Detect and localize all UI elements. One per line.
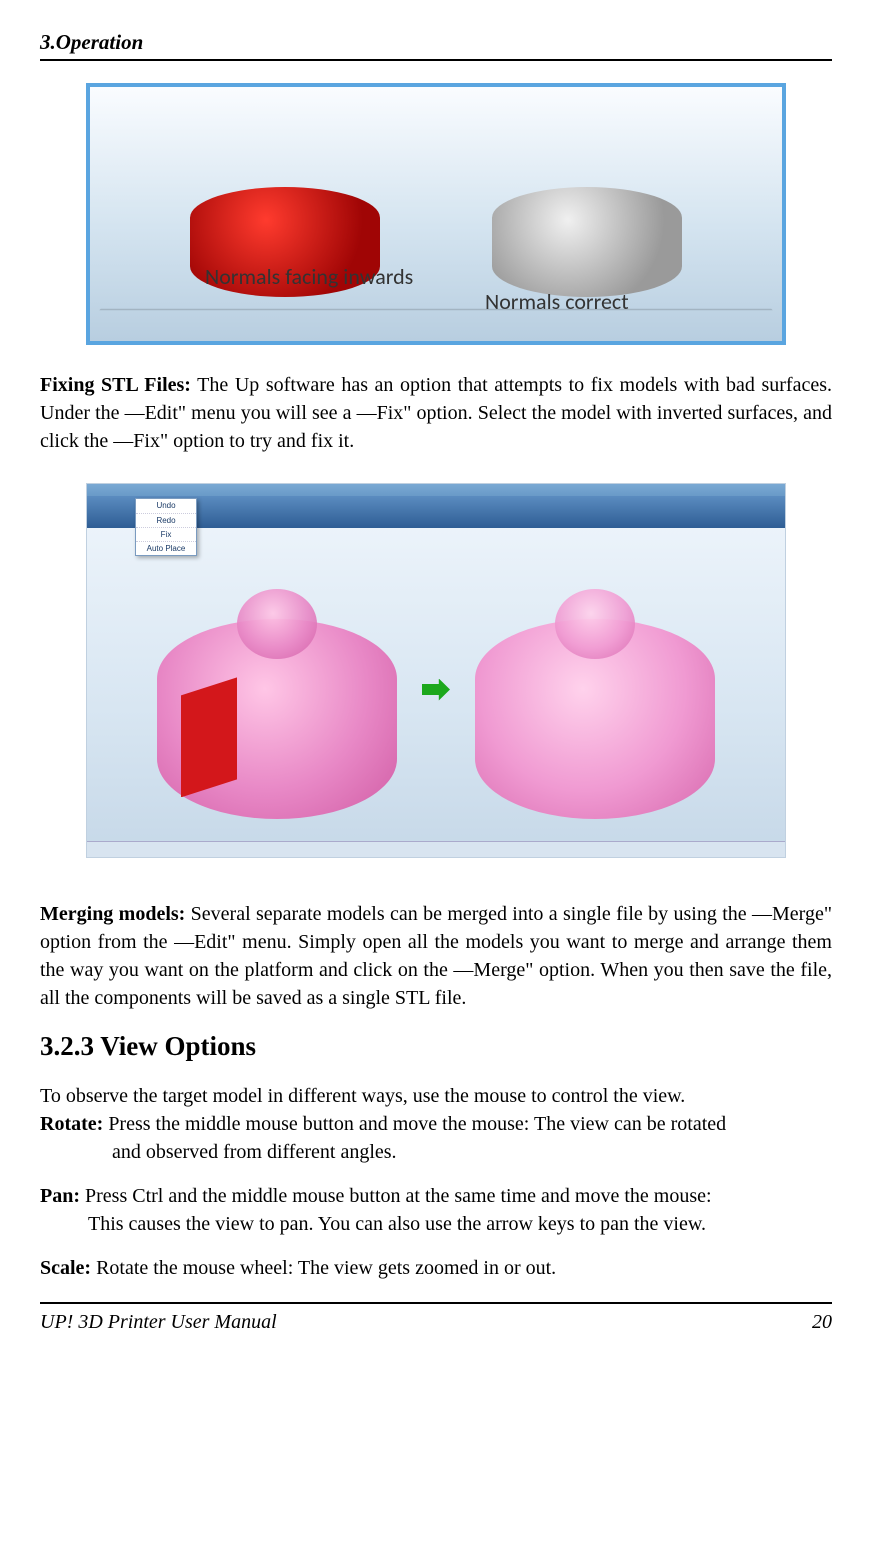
figure-fix-screenshot: Undo Redo Fix Auto Place <box>86 483 786 858</box>
scale-heading: Scale: <box>40 1257 91 1279</box>
arrow-icon <box>422 679 450 701</box>
pan-heading: Pan: <box>40 1185 80 1207</box>
paragraph-rotate: Rotate: Press the middle mouse button an… <box>40 1110 832 1166</box>
figure-normals: Normals facing inwards Normals correct <box>86 83 786 345</box>
header-rule <box>40 59 832 61</box>
merge-heading: Merging models: <box>40 903 185 925</box>
status-bar <box>87 841 785 857</box>
paragraph-merge: Merging models: Several separate models … <box>40 900 832 1012</box>
header-section: 3.Operation <box>40 28 143 57</box>
menu-item-fix[interactable]: Fix <box>136 528 196 542</box>
heading-view-options: 3.2.3 View Options <box>40 1028 832 1066</box>
build-platform <box>99 309 772 311</box>
paragraph-fix-stl: Fixing STL Files: The Up software has an… <box>40 371 832 455</box>
menu-item-undo[interactable]: Undo <box>136 499 196 513</box>
scale-body: Rotate the mouse wheel: The view gets zo… <box>91 1257 556 1279</box>
edit-menu-popup: Undo Redo Fix Auto Place <box>135 498 197 556</box>
menu-item-redo[interactable]: Redo <box>136 514 196 528</box>
paragraph-scale: Scale: Rotate the mouse wheel: The view … <box>40 1254 832 1282</box>
model-correct-normals <box>492 187 682 297</box>
footer-page-number: 20 <box>812 1308 832 1336</box>
rotate-body-1: Press the middle mouse button and move t… <box>103 1113 726 1135</box>
rotate-heading: Rotate: <box>40 1113 103 1135</box>
footer-manual-title: UP! 3D Printer User Manual <box>40 1308 277 1336</box>
menu-item-autoplace[interactable]: Auto Place <box>136 542 196 555</box>
model-after-fix <box>475 619 715 819</box>
page-footer: UP! 3D Printer User Manual 20 <box>40 1302 832 1336</box>
pan-body-1: Press Ctrl and the middle mouse button a… <box>80 1185 712 1207</box>
label-normals-correct: Normals correct <box>485 287 629 318</box>
page-header: 3.Operation <box>40 28 832 59</box>
figure-2-wrap: Undo Redo Fix Auto Place <box>40 477 832 882</box>
view-intro: To observe the target model in different… <box>40 1082 832 1110</box>
rotate-body-2: and observed from different angles. <box>112 1141 397 1163</box>
model-bad-surface <box>181 677 237 797</box>
figure-1-wrap: Normals facing inwards Normals correct <box>40 83 832 353</box>
paragraph-pan: Pan: Press Ctrl and the middle mouse but… <box>40 1182 832 1238</box>
label-normals-inwards: Normals facing inwards <box>205 262 413 293</box>
pan-body-2: This causes the view to pan. You can als… <box>88 1213 706 1235</box>
fix-stl-heading: Fixing STL Files: <box>40 374 191 396</box>
